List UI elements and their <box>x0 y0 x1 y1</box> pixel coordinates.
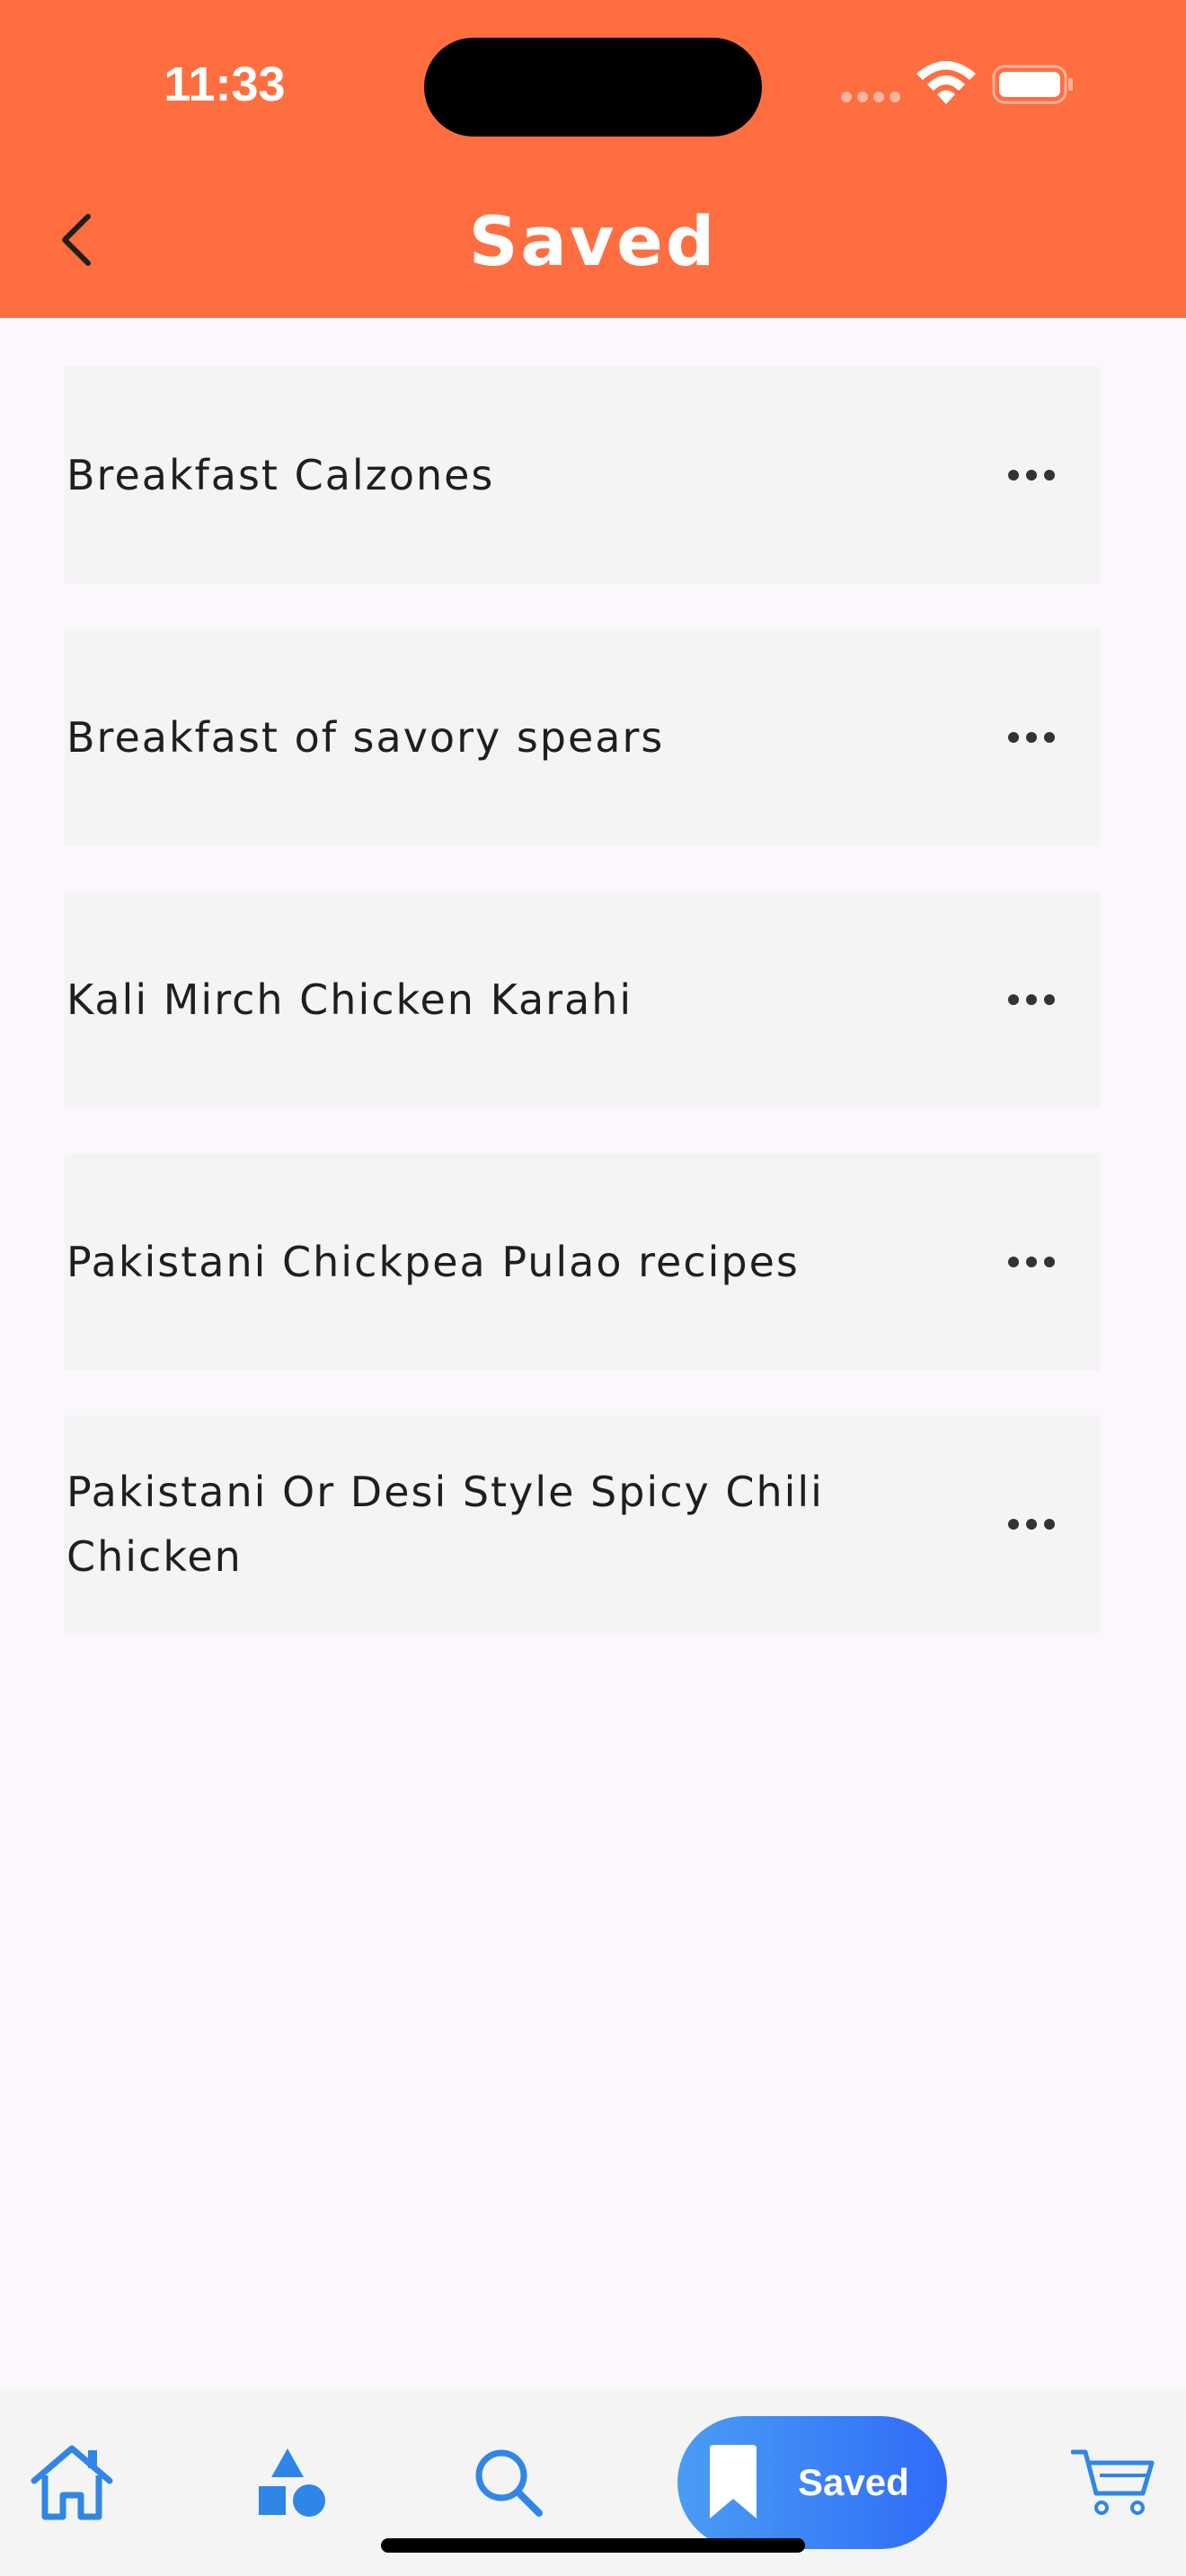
nav-cart-button[interactable] <box>1060 2389 1168 2576</box>
list-item[interactable]: Breakfast Calzones <box>65 366 1100 584</box>
more-horizontal-icon <box>1008 1519 1055 1530</box>
more-options-button[interactable] <box>996 964 1067 1036</box>
page-title: Saved <box>468 201 718 281</box>
bookmark-icon <box>710 2445 757 2519</box>
nav-home-button[interactable] <box>18 2389 126 2576</box>
more-options-button[interactable] <box>996 1488 1067 1560</box>
more-options-button[interactable] <box>996 701 1067 773</box>
cart-icon <box>1071 2449 1155 2515</box>
wifi-icon <box>916 61 976 104</box>
battery-icon <box>992 65 1073 104</box>
back-button[interactable] <box>36 199 117 280</box>
list-item[interactable]: Kali Mirch Chicken Karahi <box>65 891 1100 1108</box>
more-horizontal-icon <box>1008 470 1055 481</box>
chevron-left-icon <box>62 214 91 266</box>
list-item-label: Pakistani Chickpea Pulao recipes <box>66 1238 800 1286</box>
home-indicator <box>381 2538 805 2553</box>
more-options-button[interactable] <box>996 439 1067 511</box>
list-item-label: Breakfast Calzones <box>66 451 495 499</box>
list-item[interactable]: Breakfast of savory spears <box>65 629 1100 846</box>
more-options-button[interactable] <box>996 1226 1067 1298</box>
nav-categories-button[interactable] <box>239 2389 347 2576</box>
more-horizontal-icon <box>1008 732 1055 743</box>
home-icon <box>31 2445 113 2520</box>
more-horizontal-icon <box>1008 994 1055 1005</box>
list-item-label: Breakfast of savory spears <box>66 713 665 762</box>
categories-icon <box>259 2448 325 2517</box>
dynamic-island <box>424 38 762 137</box>
app-header: 11:33 Saved <box>0 0 1186 318</box>
list-item[interactable]: Pakistani Chickpea Pulao recipes <box>65 1153 1100 1371</box>
nav-saved-label: Saved <box>798 2461 909 2503</box>
status-time: 11:33 <box>164 57 286 111</box>
saved-recipes-list: Breakfast Calzones Breakfast of savory s… <box>65 366 1100 1678</box>
search-icon <box>475 2449 543 2517</box>
cellular-signal-icon <box>841 92 900 102</box>
more-horizontal-icon <box>1008 1257 1055 1267</box>
list-item-label: Kali Mirch Chicken Karahi <box>66 975 633 1024</box>
nav-saved-button[interactable]: Saved <box>677 2416 947 2549</box>
list-item[interactable]: Pakistani Or Desi Style Spicy Chili Chic… <box>65 1416 1100 1633</box>
list-item-label: Pakistani Or Desi Style Spicy Chili Chic… <box>66 1468 824 1581</box>
